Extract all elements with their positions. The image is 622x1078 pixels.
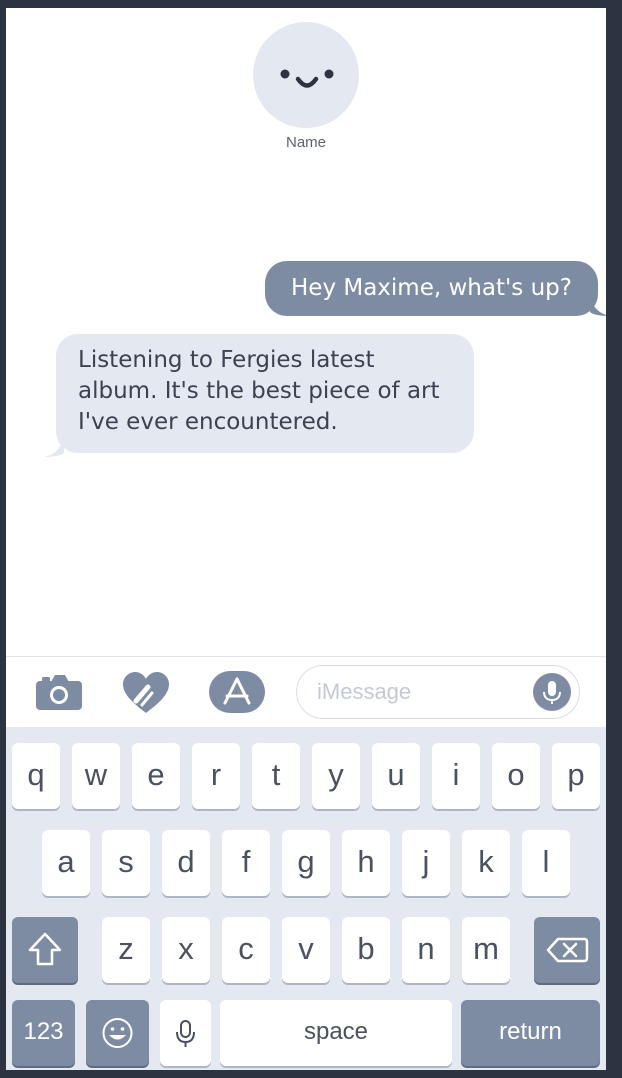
outgoing-message-text: Hey Maxime, what's up? [291,275,572,301]
key-z[interactable]: z [102,917,150,983]
numbers-key[interactable]: 123 [12,1000,75,1066]
contact-header[interactable]: Name [6,22,606,151]
key-i[interactable]: i [432,743,480,809]
return-key[interactable]: return [461,1000,600,1066]
key-r[interactable]: r [192,743,240,809]
key-l[interactable]: l [522,830,570,896]
backspace-key[interactable] [534,917,600,983]
key-d[interactable]: d [162,830,210,896]
contact-name: Name [285,134,326,151]
microphone-button[interactable] [533,673,571,711]
incoming-message-line: Listening to Fergies latest [78,347,375,373]
key-c[interactable]: c [222,917,270,983]
key-a[interactable]: a [42,830,90,896]
key-f[interactable]: f [222,830,270,896]
key-t[interactable]: t [252,743,300,809]
key-u[interactable]: u [372,743,420,809]
key-y[interactable]: y [312,743,360,809]
camera-icon[interactable] [36,675,84,711]
key-q[interactable]: q [12,743,60,809]
key-o[interactable]: o [492,743,540,809]
heart-icon[interactable] [122,671,170,715]
message-input[interactable]: iMessage [296,665,580,719]
key-k[interactable]: k [462,830,510,896]
key-w[interactable]: w [72,743,120,809]
microphone-icon [176,1020,195,1047]
key-b[interactable]: b [342,917,390,983]
keyboard: q w e r t y u i o p a s d f g h j k l z … [6,727,606,1070]
key-e[interactable]: e [132,743,180,809]
dictation-key[interactable] [160,1000,211,1066]
incoming-message-bubble[interactable]: Listening to Fergies latest album. It's … [44,334,474,457]
emoji-icon [102,1018,133,1048]
key-h[interactable]: h [342,830,390,896]
microphone-icon [543,681,561,704]
avatar[interactable] [253,22,359,128]
shift-key[interactable] [12,917,78,983]
key-p[interactable]: p [552,743,600,809]
bubble-tail [44,435,64,457]
backspace-icon [546,937,589,963]
app-store-icon[interactable] [209,671,265,713]
key-j[interactable]: j [402,830,450,896]
smiley-face-icon [280,69,334,88]
message-placeholder: iMessage [317,679,412,704]
incoming-message-line: album. It's the best piece of art [78,378,440,404]
key-x[interactable]: x [162,917,210,983]
space-key[interactable]: space [220,1000,452,1066]
emoji-key[interactable] [86,1000,149,1066]
bubble-tail [590,294,606,316]
key-m[interactable]: m [462,917,510,983]
input-bar: iMessage [6,656,606,727]
messages-screen: Name Hey Maxime, what's up? Listening to… [6,8,606,1070]
key-n[interactable]: n [402,917,450,983]
key-s[interactable]: s [102,830,150,896]
incoming-message-line: I've ever encountered. [78,409,338,435]
shift-icon [28,932,62,966]
outgoing-message-bubble[interactable]: Hey Maxime, what's up? [265,261,606,316]
key-v[interactable]: v [282,917,330,983]
key-g[interactable]: g [282,830,330,896]
